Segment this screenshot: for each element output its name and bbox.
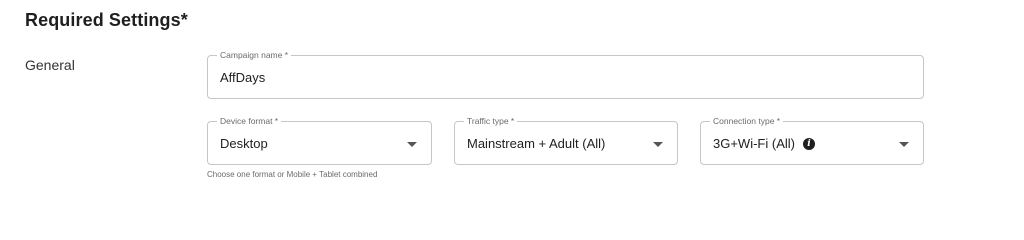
campaign-name-field[interactable]: Campaign name * AffDays: [207, 50, 924, 99]
connection-type-value: 3G+Wi-Fi (All): [713, 136, 795, 151]
traffic-type-select[interactable]: Traffic type * Mainstream + Adult (All): [454, 116, 678, 165]
campaign-name-legend: Campaign name *: [217, 50, 292, 61]
device-format-select[interactable]: Device format * Desktop: [207, 116, 432, 165]
connection-type-legend: Connection type *: [710, 116, 784, 127]
traffic-type-value: Mainstream + Adult (All): [467, 136, 606, 151]
connection-type-select[interactable]: Connection type * 3G+Wi-Fi (All) i: [700, 116, 924, 165]
chevron-down-icon[interactable]: [899, 142, 909, 147]
general-row-label: General: [25, 57, 75, 73]
section-title: Required Settings*: [25, 10, 188, 30]
campaign-name-value[interactable]: AffDays: [220, 70, 265, 85]
chevron-down-icon[interactable]: [407, 142, 417, 147]
info-icon[interactable]: i: [802, 137, 815, 150]
traffic-type-legend: Traffic type *: [464, 116, 518, 127]
device-format-value: Desktop: [220, 136, 268, 151]
chevron-down-icon[interactable]: [653, 142, 663, 147]
device-format-legend: Device format *: [217, 116, 282, 127]
device-format-helper-text: Choose one format or Mobile + Tablet com…: [207, 170, 378, 179]
connection-type-value-wrap: 3G+Wi-Fi (All) i: [713, 136, 815, 151]
